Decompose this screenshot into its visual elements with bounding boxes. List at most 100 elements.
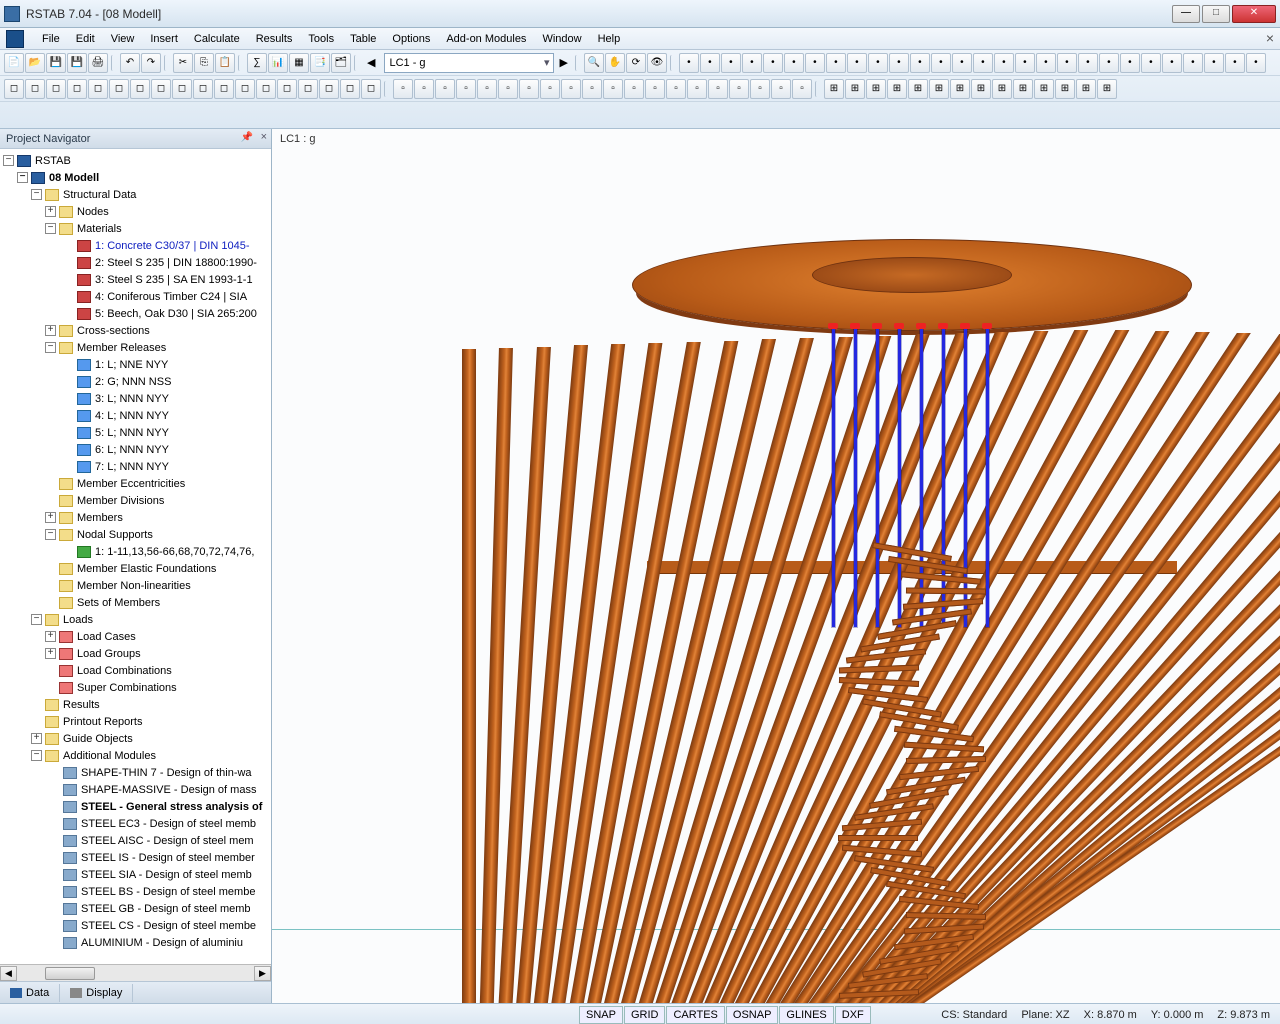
tables-icon[interactable]: ▦ (289, 53, 309, 73)
report-icon[interactable]: 📑 (310, 53, 330, 73)
tree-mat-2[interactable]: 2: Steel S 235 | DIN 18800:1990- (95, 255, 257, 271)
tool-icon[interactable]: ▫ (708, 79, 728, 99)
tool-icon[interactable]: • (931, 53, 951, 73)
tool-icon[interactable]: ⊞ (1055, 79, 1075, 99)
tool-icon[interactable]: • (1099, 53, 1119, 73)
tree-rel-3[interactable]: 3: L; NNN NYY (95, 391, 169, 407)
maximize-button[interactable]: □ (1202, 5, 1230, 23)
save-icon[interactable]: 💾 (46, 53, 66, 73)
tree-sets[interactable]: Sets of Members (77, 595, 160, 611)
tree-mod-8[interactable]: STEEL GB - Design of steel memb (81, 901, 251, 917)
tree-model[interactable]: 08 Modell (49, 170, 99, 186)
tool-icon[interactable]: • (805, 53, 825, 73)
menu-results[interactable]: Results (248, 31, 301, 47)
snap-button[interactable]: SNAP (579, 1006, 623, 1024)
tool-icon[interactable]: ▫ (645, 79, 665, 99)
tree-members[interactable]: Members (77, 510, 123, 526)
menu-file[interactable]: File (34, 31, 68, 47)
tool-icon[interactable]: • (1078, 53, 1098, 73)
cartes-button[interactable]: CARTES (666, 1006, 724, 1024)
tree-structural[interactable]: Structural Data (63, 187, 136, 203)
tool-icon[interactable]: ▫ (603, 79, 623, 99)
tool-icon[interactable]: ⊞ (929, 79, 949, 99)
tool-icon[interactable]: ◻ (88, 79, 108, 99)
tool-icon[interactable]: • (1204, 53, 1224, 73)
tree-nodes[interactable]: Nodes (77, 204, 109, 220)
tool-icon[interactable]: • (847, 53, 867, 73)
tree-rel-7[interactable]: 7: L; NNN NYY (95, 459, 169, 475)
tree-cross[interactable]: Cross-sections (77, 323, 150, 339)
tool-icon[interactable]: ⊞ (866, 79, 886, 99)
tool-icon[interactable]: ▫ (519, 79, 539, 99)
menu-view[interactable]: View (103, 31, 143, 47)
tool-icon[interactable]: • (1057, 53, 1077, 73)
navigator-icon[interactable]: 🗂 (331, 53, 351, 73)
tool-icon[interactable]: ▫ (477, 79, 497, 99)
tool-icon[interactable]: • (721, 53, 741, 73)
paste-icon[interactable]: 📋 (215, 53, 235, 73)
tree-releases[interactable]: Member Releases (77, 340, 166, 356)
tool-icon[interactable]: ▫ (393, 79, 413, 99)
tab-data[interactable]: Data (0, 984, 60, 1002)
tool-icon[interactable]: • (763, 53, 783, 73)
tree-lg[interactable]: Load Groups (77, 646, 141, 662)
minimize-button[interactable]: — (1172, 5, 1200, 23)
scroll-thumb[interactable] (45, 967, 95, 980)
tree-mat-1[interactable]: 1: Concrete C30/37 | DIN 1045- (95, 238, 250, 254)
osnap-button[interactable]: OSNAP (726, 1006, 779, 1024)
tree-hscroll[interactable]: ◀ ▶ (0, 964, 271, 981)
tree-lc[interactable]: Load Cases (77, 629, 136, 645)
tool-icon[interactable]: ◻ (298, 79, 318, 99)
undo-icon[interactable]: ↶ (120, 53, 140, 73)
tree-mod-3[interactable]: STEEL EC3 - Design of steel memb (81, 816, 256, 832)
tool-icon[interactable]: • (1225, 53, 1245, 73)
tree-mod-5[interactable]: STEEL IS - Design of steel member (81, 850, 255, 866)
cut-icon[interactable]: ✂ (173, 53, 193, 73)
menu-edit[interactable]: Edit (68, 31, 103, 47)
tree-mod-10[interactable]: ALUMINIUM - Design of aluminiu (81, 935, 243, 951)
tree-rel-4[interactable]: 4: L; NNN NYY (95, 408, 169, 424)
dxf-button[interactable]: DXF (835, 1006, 871, 1024)
tree-sco[interactable]: Super Combinations (77, 680, 177, 696)
load-case-combo[interactable]: LC1 - g ▾ (384, 53, 554, 73)
tree-rel-1[interactable]: 1: L; NNE NYY (95, 357, 168, 373)
tool-icon[interactable]: ◻ (193, 79, 213, 99)
pin-icon[interactable]: 📌 (241, 132, 253, 143)
tool-icon[interactable]: ⊞ (824, 79, 844, 99)
results-icon[interactable]: 📊 (268, 53, 288, 73)
redo-icon[interactable]: ↷ (141, 53, 161, 73)
tree-nonlin[interactable]: Member Non-linearities (77, 578, 191, 594)
tool-icon[interactable]: ⊞ (1034, 79, 1054, 99)
tool-icon[interactable]: ▫ (750, 79, 770, 99)
tool-icon[interactable]: ▫ (666, 79, 686, 99)
glines-button[interactable]: GLINES (779, 1006, 833, 1024)
tool-icon[interactable]: ⊞ (1013, 79, 1033, 99)
tool-icon[interactable]: ▫ (624, 79, 644, 99)
tree-mod-6[interactable]: STEEL SIA - Design of steel memb (81, 867, 252, 883)
tool-icon[interactable]: ◻ (67, 79, 87, 99)
print-icon[interactable]: 🖨 (88, 53, 108, 73)
tool-icon[interactable]: • (1162, 53, 1182, 73)
tool-icon[interactable]: ⊞ (1076, 79, 1096, 99)
tool-icon[interactable]: ◻ (4, 79, 24, 99)
tool-icon[interactable]: ▫ (414, 79, 434, 99)
3d-viewport[interactable]: LC1 : g (272, 129, 1280, 1003)
pan-icon[interactable]: ✋ (605, 53, 625, 73)
tool-icon[interactable]: ⊞ (992, 79, 1012, 99)
tree-guide[interactable]: Guide Objects (63, 731, 133, 747)
nav-close-icon[interactable]: × (261, 131, 267, 143)
new-icon[interactable]: 📄 (4, 53, 24, 73)
tool-icon[interactable]: • (784, 53, 804, 73)
tree-materials[interactable]: Materials (77, 221, 122, 237)
rotate-icon[interactable]: ⟳ (626, 53, 646, 73)
tool-icon[interactable]: ▫ (435, 79, 455, 99)
tree-modules[interactable]: Additional Modules (63, 748, 156, 764)
tree-mat-3[interactable]: 3: Steel S 235 | SA EN 1993-1-1 (95, 272, 253, 288)
tool-icon[interactable]: • (1036, 53, 1056, 73)
menu-options[interactable]: Options (384, 31, 438, 47)
tool-icon[interactable]: ⊞ (950, 79, 970, 99)
tool-icon[interactable]: ◻ (25, 79, 45, 99)
tool-icon[interactable]: ⊞ (845, 79, 865, 99)
tool-icon[interactable]: ◻ (277, 79, 297, 99)
tree-mod-2[interactable]: STEEL - General stress analysis of (81, 799, 262, 815)
